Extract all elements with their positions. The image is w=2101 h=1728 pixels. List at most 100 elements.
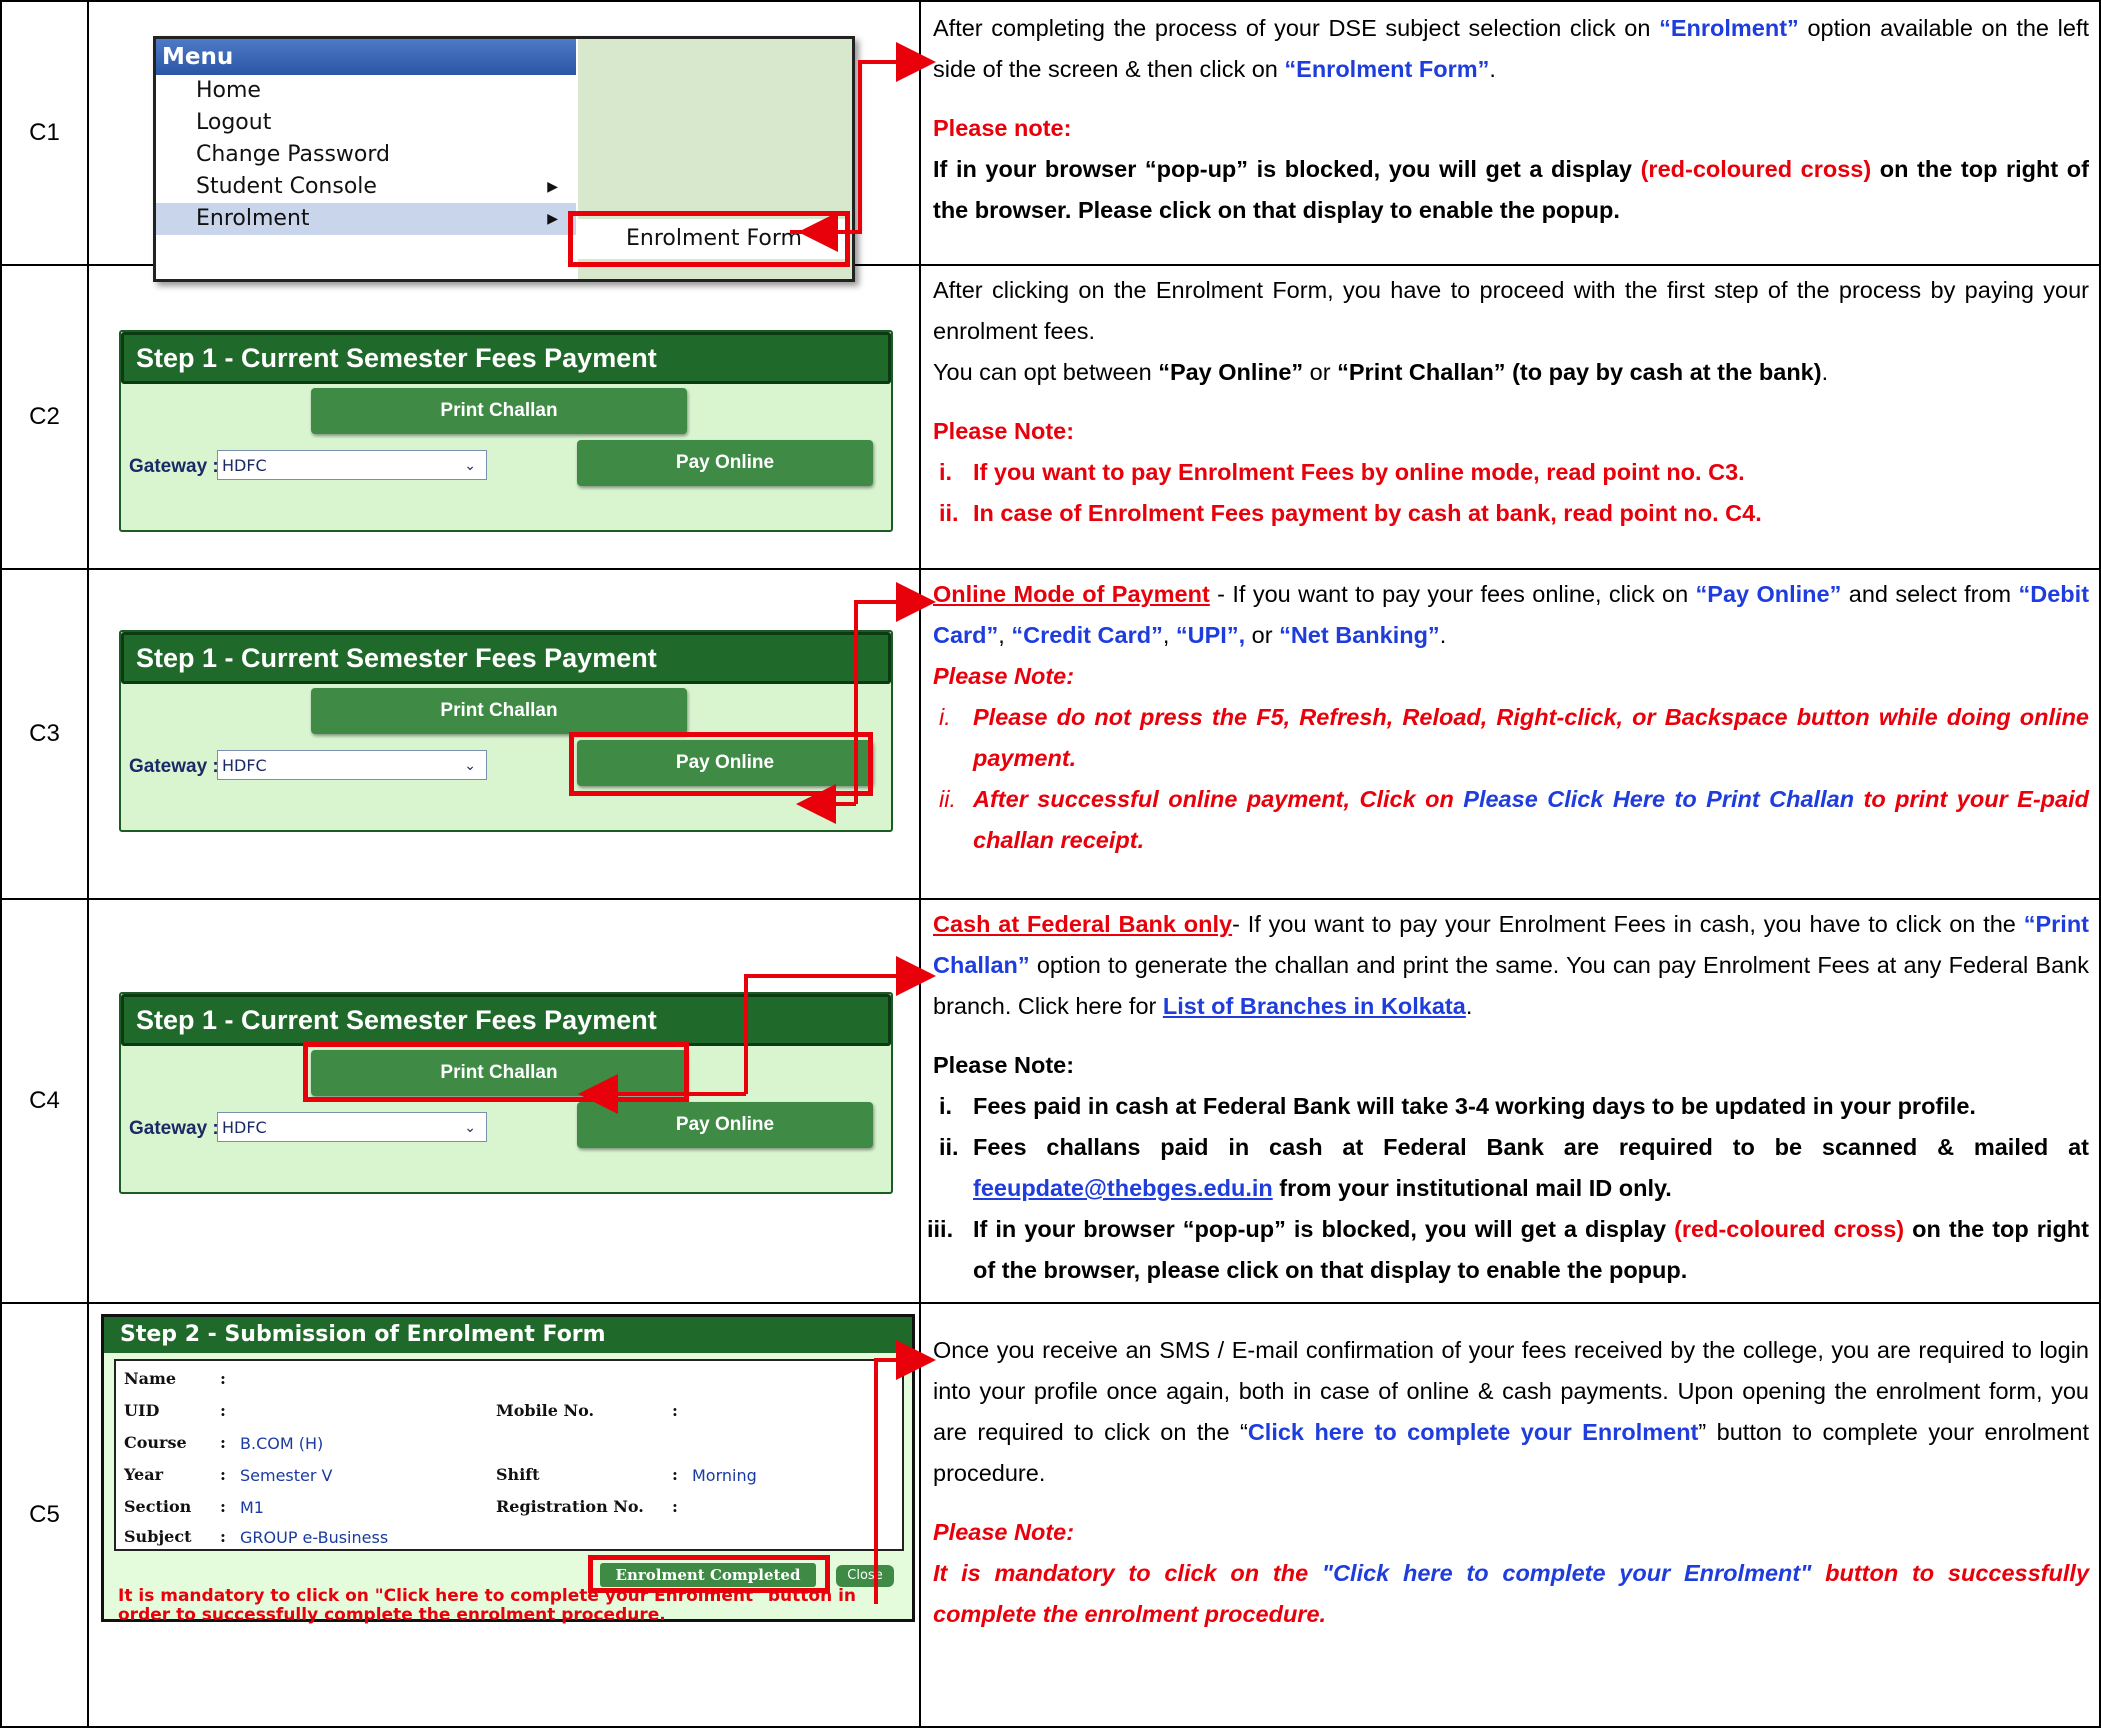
- menu-item-change-password[interactable]: Change Password: [156, 139, 576, 171]
- list-item: ii. Fees challans paid in cash at Federal…: [933, 1127, 2089, 1209]
- list-item: i. If you want to pay Enrolment Fees by o…: [933, 452, 2089, 493]
- email-link[interactable]: feeupdate@thebges.edu.in: [973, 1175, 1273, 1201]
- text: (red-coloured cross): [1674, 1216, 1905, 1242]
- step1-title: Step 1 - Current Semester Fees Payment: [121, 994, 891, 1046]
- text: Fees paid in cash at Federal Bank will t…: [973, 1093, 1976, 1119]
- note-title: Please Note:: [933, 1052, 1075, 1078]
- chevron-right-icon: ▶: [547, 179, 558, 195]
- close-button[interactable]: Close: [836, 1565, 894, 1587]
- gateway-value: HDFC: [222, 756, 267, 775]
- colon: :: [220, 1401, 226, 1420]
- list-item: i. Fees paid in cash at Federal Bank will…: [933, 1086, 2089, 1127]
- list-item: ii. After successful online payment, Clic…: [933, 779, 2089, 861]
- field-label: Shift: [496, 1465, 540, 1484]
- step2-screenshot-cell: Step 2 - Submission of Enrolment Form Na…: [87, 1302, 921, 1728]
- menu-item-enrolment[interactable]: Enrolment ▶: [156, 203, 576, 235]
- text: “Pay Online”: [1158, 359, 1304, 385]
- menu-item-logout[interactable]: Logout: [156, 107, 576, 139]
- note-title: Please Note:: [933, 1519, 1075, 1545]
- text: or: [1245, 622, 1280, 648]
- mandatory-warning: It is mandatory to click on "Click here …: [118, 1586, 857, 1625]
- menu-item-home[interactable]: Home: [156, 75, 576, 107]
- step2-title: Step 2 - Submission of Enrolment Form: [104, 1317, 912, 1353]
- chevron-down-icon: ⌄: [464, 458, 476, 474]
- field-value: Morning: [692, 1466, 757, 1485]
- text: “UPI”,: [1175, 622, 1246, 648]
- text: "Click here to complete your Enrolment": [1321, 1560, 1812, 1586]
- list-item: iii. If in your browser “pop-up” is block…: [927, 1209, 2089, 1291]
- list-item: i. Please do not press the F5, Refresh, R…: [933, 697, 2089, 779]
- row-c1: C1 Menu Home Logout Change Password Stud…: [0, 0, 2101, 282]
- text: option to generate the challan and print…: [933, 952, 2089, 1019]
- colon: :: [220, 1369, 226, 1388]
- menu-item-student-console[interactable]: Student Console ▶: [156, 171, 576, 203]
- text: Please do not press the F5, Refresh, Rel…: [973, 704, 2089, 771]
- menu-screenshot-cell: Menu Home Logout Change Password Student…: [87, 0, 921, 282]
- colon: :: [672, 1497, 678, 1516]
- chevron-right-icon: ▶: [547, 211, 558, 227]
- text: “Enrolment Form”: [1284, 56, 1490, 82]
- pay-online-button[interactable]: Pay Online: [577, 440, 873, 486]
- gateway-select[interactable]: HDFC ⌄: [217, 750, 487, 780]
- note-title: Please note:: [933, 115, 1072, 141]
- row-c3: C3 Step 1 - Current Semester Fees Paymen…: [0, 568, 2101, 900]
- list-item: ii. In case of Enrolment Fees payment by …: [933, 493, 2089, 534]
- row-code: C4: [0, 898, 89, 1304]
- text: (red-coloured cross): [1640, 156, 1872, 182]
- text: After completing the process of your DSE…: [933, 15, 1660, 41]
- list-number: iii.: [927, 1216, 954, 1242]
- colon: :: [220, 1433, 226, 1452]
- field-label: Course: [124, 1433, 187, 1452]
- branches-link[interactable]: List of Branches in Kolkata: [1163, 993, 1466, 1019]
- list-number: i.: [939, 459, 953, 485]
- text: It is mandatory to click on the: [933, 1560, 1322, 1586]
- gateway-value: HDFC: [222, 456, 267, 475]
- field-value: M1: [240, 1498, 264, 1517]
- step1-panel: Step 1 - Current Semester Fees Payment P…: [119, 330, 893, 532]
- text: or: [1303, 359, 1338, 385]
- text: You can opt between: [933, 359, 1159, 385]
- row-code: C2: [0, 264, 89, 570]
- highlight-box: [568, 211, 850, 267]
- cash-federal-bank-link[interactable]: Cash at Federal Bank only: [933, 911, 1232, 937]
- pay-online-button[interactable]: Pay Online: [577, 1102, 873, 1148]
- text: “Enrolment”: [1659, 15, 1799, 41]
- field-label: Name: [124, 1369, 177, 1388]
- list-number: i.: [939, 704, 951, 730]
- print-challan-button[interactable]: Print Challan: [311, 688, 687, 734]
- menu-item-label: Enrolment: [196, 206, 310, 231]
- row-c4-text: Cash at Federal Bank only- If you want t…: [919, 898, 2101, 1304]
- colon: :: [220, 1527, 226, 1546]
- row-c5-text: Once you receive an SMS / E-mail confirm…: [919, 1302, 2101, 1728]
- note-title: Please Note:: [933, 418, 1075, 444]
- row-c5: C5 Step 2 - Submission of Enrolment Form…: [0, 1302, 2101, 1728]
- online-mode-link[interactable]: Online Mode of Payment: [933, 581, 1210, 607]
- gateway-select[interactable]: HDFC ⌄: [217, 450, 487, 480]
- text: .: [1821, 359, 1829, 385]
- text: .: [1465, 993, 1473, 1019]
- step1-screenshot-cell: Step 1 - Current Semester Fees Payment P…: [87, 568, 921, 900]
- field-label: Year: [124, 1465, 164, 1484]
- step1-title: Step 1 - Current Semester Fees Payment: [121, 332, 891, 384]
- row-c1-text: After completing the process of your DSE…: [919, 0, 2101, 266]
- text: Please Click Here to Print Challan: [1463, 786, 1855, 812]
- field-label: Registration No.: [496, 1497, 644, 1516]
- text: If in your browser “pop-up” is blocked, …: [973, 1216, 1675, 1242]
- print-challan-button[interactable]: Print Challan: [311, 388, 687, 434]
- menu-title: Menu: [156, 39, 576, 75]
- field-label: UID: [124, 1401, 160, 1420]
- text: If you want to pay Enrolment Fees by onl…: [973, 459, 1745, 485]
- step1-panel: Step 1 - Current Semester Fees Payment P…: [119, 630, 893, 832]
- text: and select from: [1841, 581, 2019, 607]
- text: .: [1489, 56, 1496, 82]
- text: After successful online payment, Click o…: [973, 786, 1464, 812]
- menu-item-label: Student Console: [196, 174, 377, 199]
- field-value: GROUP e-Business: [240, 1528, 389, 1547]
- step1-title: Step 1 - Current Semester Fees Payment: [121, 632, 891, 684]
- text: “Net Banking”: [1279, 622, 1440, 648]
- paragraph: After clicking on the Enrolment Form, yo…: [933, 277, 2089, 344]
- gateway-select[interactable]: HDFC ⌄: [217, 1112, 487, 1142]
- gateway-label: Gateway :: [129, 756, 219, 777]
- note-title: Please Note:: [933, 663, 1075, 689]
- row-c4: C4 Step 1 - Current Semester Fees Paymen…: [0, 898, 2101, 1304]
